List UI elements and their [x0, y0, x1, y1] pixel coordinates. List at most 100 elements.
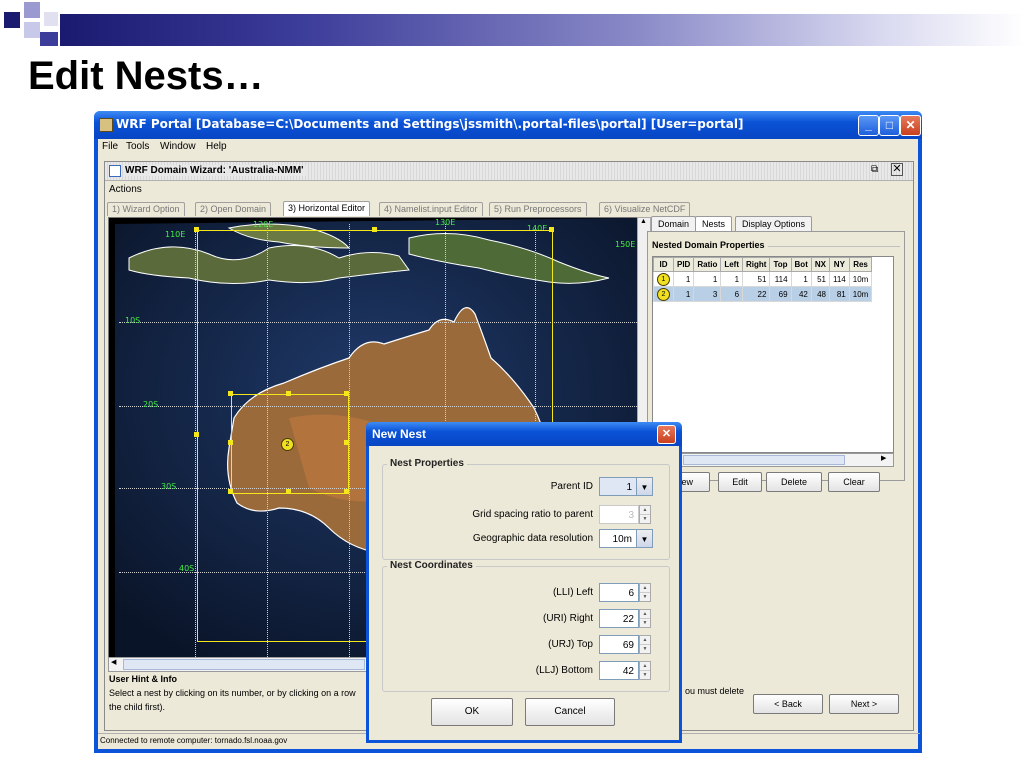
tab-run-preprocessors[interactable]: 5) Run Preprocessors: [489, 202, 587, 216]
right-spinner[interactable]: ▲ ▼: [639, 609, 651, 628]
slide-title: Edit Nests…: [28, 54, 264, 98]
frame-icon: [109, 165, 121, 177]
cell-pid: 1: [672, 271, 695, 287]
table-horizontal-scrollbar[interactable]: ▶: [652, 453, 894, 467]
left-label: (LLI) Left: [552, 587, 593, 598]
domain-handle[interactable]: [194, 432, 199, 437]
top-field[interactable]: 69: [599, 635, 639, 654]
next-button[interactable]: Next >: [829, 694, 899, 714]
ratio-field[interactable]: 3: [599, 505, 639, 524]
actions-menu[interactable]: Actions: [109, 184, 142, 195]
lat-label: 20S: [143, 400, 159, 409]
cancel-button[interactable]: Cancel: [525, 698, 615, 726]
nest-handle[interactable]: [286, 391, 291, 396]
dialog-close-icon[interactable]: ✕: [657, 425, 676, 444]
parent-id-label: Parent ID: [550, 481, 593, 492]
tab-horizontal-editor[interactable]: 3) Horizontal Editor: [283, 201, 371, 216]
col-ny[interactable]: NY: [828, 257, 850, 272]
menu-help[interactable]: Help: [206, 141, 227, 152]
col-res[interactable]: Res: [848, 257, 873, 272]
lon-label: 120E: [253, 220, 274, 229]
left-field[interactable]: 6: [599, 583, 639, 602]
domain-handle[interactable]: [194, 227, 199, 232]
chevron-down-icon[interactable]: ▼: [636, 477, 653, 496]
col-id[interactable]: ID: [653, 257, 674, 272]
dialog-body: Nest Properties Parent ID 1 ▼ Grid spaci…: [369, 446, 679, 740]
nest-handle[interactable]: [344, 489, 349, 494]
lat-label: 40S: [179, 564, 195, 573]
dialog-title: New Nest: [372, 427, 427, 441]
nest-handle[interactable]: [228, 489, 233, 494]
bottom-spinner[interactable]: ▲ ▼: [639, 661, 651, 680]
maximize-icon[interactable]: □: [879, 115, 900, 136]
ratio-spinner[interactable]: ▲ ▼: [639, 505, 651, 524]
cell-right: 22: [742, 286, 771, 302]
tab-visualize-netcdf[interactable]: 6) Visualize NetCDF: [599, 202, 691, 216]
menu-window[interactable]: Window: [160, 141, 196, 152]
grid-meridian: [195, 228, 196, 657]
tab-display-options[interactable]: Display Options: [735, 216, 813, 232]
cell-res: 10m: [848, 271, 873, 287]
tab-namelist-editor[interactable]: 4) Namelist.input Editor: [379, 202, 483, 216]
edit-nest-button[interactable]: Edit: [718, 472, 762, 492]
right-label: (URI) Right: [542, 613, 593, 624]
col-right[interactable]: Right: [742, 257, 771, 272]
table-row[interactable]: 1 1 1 1 51 114 1 51 114 10m: [653, 271, 873, 287]
menu-tools[interactable]: Tools: [126, 141, 149, 152]
tab-domain[interactable]: Domain: [651, 216, 697, 232]
left-spinner[interactable]: ▲ ▼: [639, 583, 651, 602]
minimize-icon[interactable]: _: [858, 115, 879, 136]
close-icon[interactable]: ✕: [900, 115, 921, 136]
nest-handle[interactable]: [228, 391, 233, 396]
nest-id-badge: 2: [657, 287, 670, 301]
cell-ny: 114: [828, 271, 850, 287]
cell-top: 69: [769, 286, 792, 302]
clear-nests-button[interactable]: Clear: [828, 472, 880, 492]
nests-table: ID PID Ratio Left Right Top Bot NX NY Re…: [652, 256, 894, 453]
window-title-bar[interactable]: WRF Portal [Database=C:\Documents and Se…: [94, 111, 922, 139]
chevron-down-icon[interactable]: ▼: [636, 529, 653, 548]
top-spinner[interactable]: ▲ ▼: [639, 635, 651, 654]
right-field[interactable]: 22: [599, 609, 639, 628]
geo-resolution-select[interactable]: 10m: [599, 529, 637, 548]
undock-icon[interactable]: ⧉: [871, 164, 878, 175]
dialog-title-bar[interactable]: New Nest ✕: [366, 422, 682, 446]
col-ratio[interactable]: Ratio: [693, 257, 722, 272]
wizard-title-bar[interactable]: WRF Domain Wizard: 'Australia-NMM' ⧉ ✕: [105, 162, 913, 181]
cell-bot: 42: [790, 286, 812, 302]
nest-properties-group: Nest Properties Parent ID 1 ▼ Grid spaci…: [382, 458, 670, 560]
nest-number-badge[interactable]: 2: [281, 438, 294, 451]
menu-file[interactable]: File: [102, 141, 118, 152]
parent-id-select[interactable]: 1: [599, 477, 637, 496]
nest-handle[interactable]: [286, 489, 291, 494]
nested-domain-properties-title: Nested Domain Properties: [652, 240, 768, 250]
domain-handle[interactable]: [372, 227, 377, 232]
cell-nx: 51: [810, 271, 830, 287]
tab-wizard-option[interactable]: 1) Wizard Option: [107, 202, 185, 216]
lon-label: 150E: [615, 240, 636, 249]
back-button[interactable]: < Back: [753, 694, 823, 714]
frame-close-icon[interactable]: ✕: [891, 163, 903, 176]
col-nx[interactable]: NX: [810, 257, 830, 272]
bottom-field[interactable]: 42: [599, 661, 639, 680]
col-top[interactable]: Top: [769, 257, 792, 272]
cell-nx: 48: [810, 286, 830, 302]
hint-text: Select a nest by clicking on its number,…: [109, 688, 356, 698]
tab-open-domain[interactable]: 2) Open Domain: [195, 202, 272, 216]
col-bot[interactable]: Bot: [790, 257, 812, 272]
ok-button[interactable]: OK: [431, 698, 513, 726]
top-label: (URJ) Top: [548, 639, 593, 650]
nest-handle[interactable]: [228, 440, 233, 445]
nest-handle[interactable]: [344, 440, 349, 445]
hint-text-2: the child first).: [109, 702, 166, 712]
table-row[interactable]: 2 1 3 6 22 69 42 48 81 10m: [653, 286, 873, 302]
col-pid[interactable]: PID: [672, 257, 695, 272]
delete-nest-button[interactable]: Delete: [766, 472, 822, 492]
tab-nests[interactable]: Nests: [695, 216, 733, 232]
nest-handle[interactable]: [344, 391, 349, 396]
cell-top: 114: [769, 271, 792, 287]
col-left[interactable]: Left: [720, 257, 744, 272]
domain-handle[interactable]: [549, 227, 554, 232]
lat-label: 30S: [161, 482, 177, 491]
lon-label: 110E: [165, 230, 186, 239]
